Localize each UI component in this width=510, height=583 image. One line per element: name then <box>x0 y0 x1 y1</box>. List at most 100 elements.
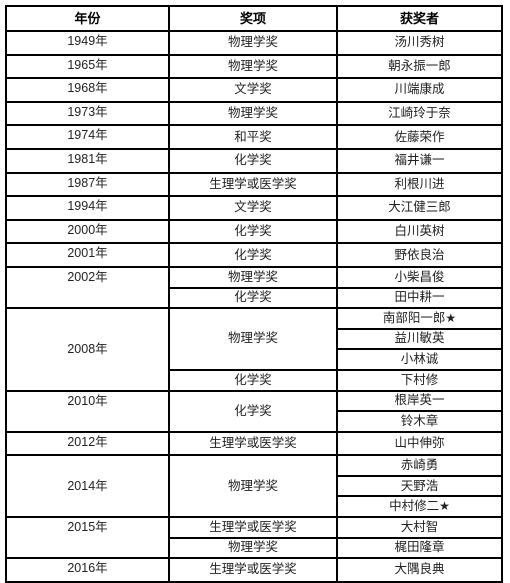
table-row: 2001年 化学奖 野依良治 <box>5 242 503 268</box>
cell-winner: 益川敏英 <box>336 327 503 351</box>
winner-name: 川端康成 <box>394 82 445 97</box>
cell-prize: 化学奖 <box>168 389 338 433</box>
table-row: 1981年 化学奖 福井谦一 <box>5 147 503 174</box>
cell-year: 1973年 <box>5 100 170 127</box>
cell-prize: 物理学奖 <box>168 454 338 519</box>
star-icon: ★ <box>439 499 450 514</box>
cell-year: 2015年 <box>5 516 170 560</box>
cell-winner: 下村修 <box>336 368 503 392</box>
winner-name: 汤川秀树 <box>394 35 445 50</box>
winner-name: 大隅良典 <box>394 562 445 577</box>
cell-winner: 根岸英一 <box>336 389 503 413</box>
cell-prize: 物理学奖 <box>168 536 338 560</box>
winner-name: 小林诚 <box>400 352 439 367</box>
winner-name: 朝永振一郎 <box>388 58 451 73</box>
cell-prize: 化学奖 <box>168 286 338 310</box>
cell-winner: 中村修二★ <box>336 495 503 519</box>
table-row: 2002年 物理学奖 小柴昌俊 <box>5 265 503 310</box>
cell-prize: 物理学奖 <box>168 53 338 80</box>
winner-name: 大村智 <box>400 519 439 534</box>
cell-prize: 生理学或医学奖 <box>168 430 338 457</box>
cell-year: 2001年 <box>5 242 170 268</box>
table-row: 1974年 和平奖 佐藤荣作 <box>5 124 503 150</box>
winner-name: 江崎玲于奈 <box>388 106 451 121</box>
cell-prize: 文学奖 <box>168 77 338 103</box>
table-row: 2014年 物理学奖 赤崎勇 <box>5 454 503 519</box>
cell-winner: 川端康成 <box>336 77 503 103</box>
winner-name: 山中伸弥 <box>394 435 445 450</box>
cell-year: 1994年 <box>5 195 170 221</box>
cell-year: 1968年 <box>5 77 170 103</box>
table-row: 1987年 生理学或医学奖 利根川进 <box>5 171 503 198</box>
winner-name: 田中耕一 <box>394 290 445 305</box>
cell-prize: 化学奖 <box>168 147 338 174</box>
cell-winner: 赤崎勇 <box>336 454 503 477</box>
cell-year: 1965年 <box>5 53 170 80</box>
cell-winner: 福井谦一 <box>336 147 503 174</box>
table-row: 1968年 文学奖 川端康成 <box>5 77 503 103</box>
cell-year: 2012年 <box>5 430 170 457</box>
table-row: 2015年 生理学或医学奖 大村智 <box>5 516 503 560</box>
cell-prize: 物理学奖 <box>168 265 338 289</box>
winner-name: 下村修 <box>400 372 439 387</box>
cell-year: 2008年 <box>5 307 170 392</box>
cell-winner: 小柴昌俊 <box>336 265 503 289</box>
cell-winner: 野依良治 <box>336 242 503 268</box>
cell-winner: 大隅良典 <box>336 557 503 583</box>
cell-prize: 生理学或医学奖 <box>168 516 338 539</box>
winner-name: 小柴昌俊 <box>394 269 445 284</box>
winner-name: 福井谦一 <box>394 153 445 168</box>
header-row: 年份 奖项 获奖者 <box>5 5 503 32</box>
table-row: 1949年 物理学奖 汤川秀树 <box>5 30 503 56</box>
winner-name: 大江健三郎 <box>388 200 451 215</box>
table-row: 1994年 文学奖 大江健三郎 <box>5 195 503 221</box>
cell-prize: 生理学或医学奖 <box>168 557 338 583</box>
cell-year: 2016年 <box>5 557 170 583</box>
cell-winner: 梶田隆章 <box>336 536 503 560</box>
table-row: 1973年 物理学奖 江崎玲于奈 <box>5 100 503 127</box>
cell-year: 2000年 <box>5 218 170 245</box>
cell-winner: 山中伸弥 <box>336 430 503 457</box>
cell-year: 2014年 <box>5 454 170 519</box>
table-row: 1965年 物理学奖 朝永振一郎 <box>5 53 503 80</box>
star-icon: ★ <box>445 310 457 325</box>
cell-prize: 物理学奖 <box>168 307 338 371</box>
column-header-winner: 获奖者 <box>336 5 503 32</box>
cell-year: 1949年 <box>5 30 170 56</box>
cell-winner: 江崎玲于奈 <box>336 100 503 127</box>
cell-winner: 利根川进 <box>336 171 503 198</box>
table-row: 2012年 生理学或医学奖 山中伸弥 <box>5 430 503 457</box>
winner-name: 铃木章 <box>400 413 439 428</box>
table-body: 1949年 物理学奖 汤川秀树 1965年 物理学奖 朝永振一郎 1968年 文学奖 川端康成 1… <box>5 30 503 583</box>
cell-winner: 佐藤荣作 <box>336 124 503 150</box>
cell-winner: 白川英树 <box>336 218 503 245</box>
cell-year: 1987年 <box>5 171 170 198</box>
cell-prize: 和平奖 <box>168 124 338 150</box>
winner-name: 赤崎勇 <box>400 458 439 473</box>
winner-name: 天野浩 <box>400 478 439 493</box>
cell-winner: 大江健三郎 <box>336 195 503 221</box>
winner-name: 野依良治 <box>394 247 445 262</box>
japanese-nobel-laureates-table: 年份 奖项 获奖者 1949年 物理学奖 汤川秀树 1965年 物理学奖 朝永振一郎 196… <box>5 5 503 583</box>
table-header: 年份 奖项 获奖者 <box>5 5 503 32</box>
table-row: 2010年 化学奖 根岸英一 <box>5 389 503 433</box>
nobel-table-container: 年份 奖项 获奖者 1949年 物理学奖 汤川秀树 1965年 物理学奖 朝永振一郎 196… <box>5 5 503 583</box>
cell-winner: 小林诚 <box>336 348 503 371</box>
cell-prize: 生理学或医学奖 <box>168 171 338 198</box>
cell-year: 1981年 <box>5 147 170 174</box>
cell-year: 2010年 <box>5 389 170 433</box>
cell-winner: 朝永振一郎 <box>336 53 503 80</box>
table-row: 2000年 化学奖 白川英树 <box>5 218 503 245</box>
cell-winner: 田中耕一 <box>336 286 503 310</box>
winner-name: 益川敏英 <box>394 331 445 346</box>
winner-name: 梶田隆章 <box>394 540 445 555</box>
table-row: 2008年 物理学奖 南部阳一郎★ <box>5 307 503 392</box>
winner-name: 南部阳一郎 <box>382 310 446 325</box>
cell-prize: 物理学奖 <box>168 30 338 56</box>
column-header-year: 年份 <box>5 5 170 32</box>
cell-prize: 化学奖 <box>168 218 338 245</box>
winner-name: 根岸英一 <box>394 393 445 408</box>
cell-year: 1974年 <box>5 124 170 150</box>
winner-name: 佐藤荣作 <box>394 129 445 144</box>
cell-prize: 物理学奖 <box>168 100 338 127</box>
